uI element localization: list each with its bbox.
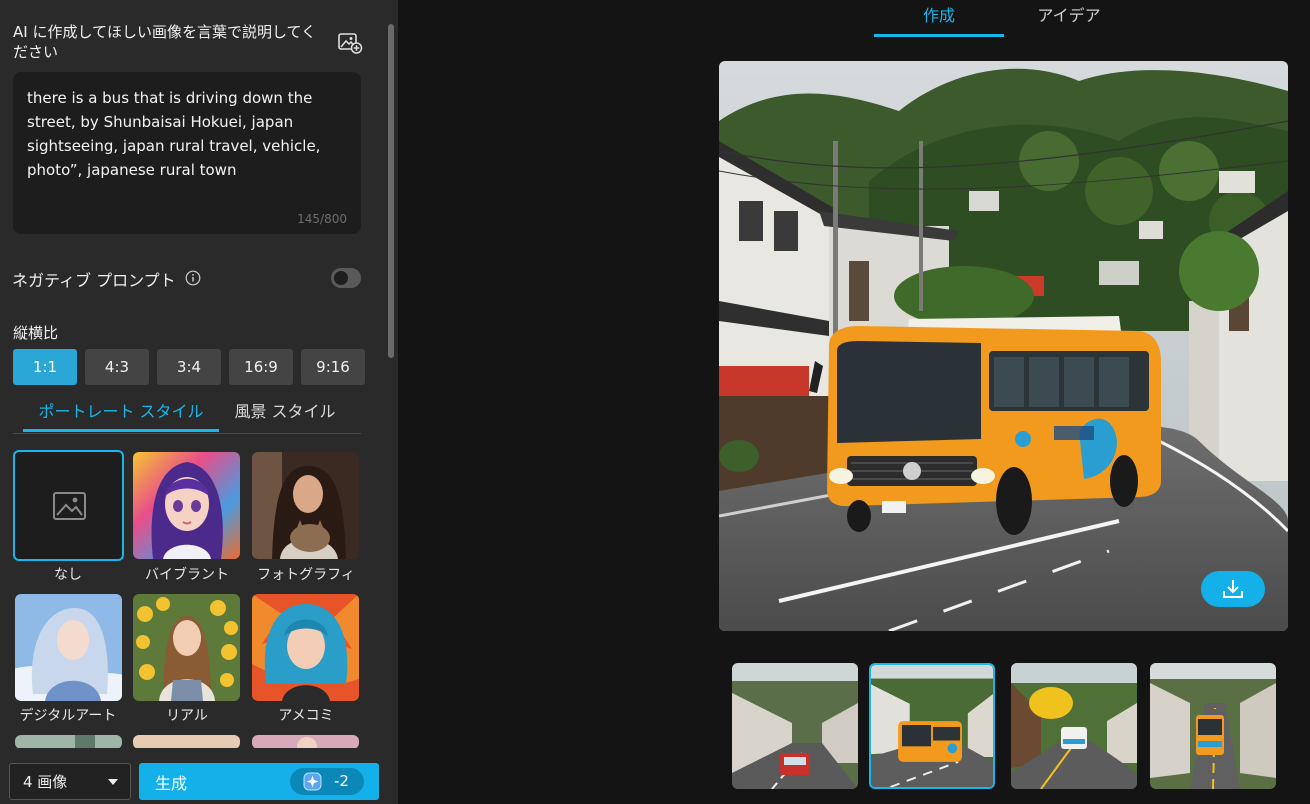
style-card-partial[interactable] [133, 735, 240, 749]
thumbnail-3[interactable] [1011, 663, 1137, 789]
aspect-ratio-label: 縦横比 [13, 324, 59, 342]
photography-portrait-thumbnail [252, 452, 359, 559]
info-icon[interactable] [185, 270, 201, 286]
generate-label: 生成 [155, 773, 188, 793]
credit-cost-badge: -2 [290, 768, 364, 795]
thumbnail-image [1150, 663, 1276, 789]
ratio-4-3-button[interactable]: 4:3 [85, 349, 149, 385]
vibrant-portrait-thumbnail [133, 452, 240, 559]
toggle-knob [334, 271, 348, 285]
settings-panel: AI に作成してほしい画像を言葉で説明してください there is a bus… [0, 0, 398, 804]
style-none-label: なし [54, 567, 82, 583]
panel-scrollbar[interactable] [388, 24, 394, 358]
caret-down-icon [108, 779, 118, 785]
thumbnail-image [732, 663, 858, 789]
style-card-partial[interactable] [15, 735, 122, 749]
thumbnail-1[interactable] [732, 663, 858, 789]
style-vibrant-label: バイブラント [145, 567, 229, 583]
tab-portrait-style[interactable]: ポートレート スタイル [23, 398, 219, 432]
negative-prompt-label: ネガティブ プロンプト [12, 271, 176, 290]
credit-icon [303, 772, 322, 791]
ratio-3-4-button[interactable]: 3:4 [157, 349, 221, 385]
thumbnail-image [1011, 663, 1137, 789]
image-count-select[interactable]: 4 画像 [9, 763, 131, 800]
negative-prompt-toggle[interactable] [331, 268, 361, 288]
style-realistic-card[interactable] [133, 594, 240, 701]
char-count: 145/800 [297, 212, 347, 226]
style-photography-label: フォトグラフィ [257, 567, 355, 583]
tab-idea[interactable]: アイデア [1004, 2, 1134, 37]
ratio-1-1-button[interactable]: 1:1 [13, 349, 77, 385]
tab-landscape-style[interactable]: 風景 スタイル [219, 398, 351, 432]
bus-street-image [719, 61, 1288, 631]
comic-portrait-thumbnail [252, 594, 359, 701]
style-none-card[interactable] [13, 450, 124, 561]
realistic-portrait-thumbnail [133, 594, 240, 701]
style-card-partial[interactable] [252, 735, 359, 749]
image-count-value: 4 画像 [23, 773, 68, 791]
style-vibrant-card[interactable] [133, 452, 240, 559]
prompt-heading: AI に作成してほしい画像を言葉で説明してください [13, 23, 317, 61]
credit-cost: -2 [334, 772, 349, 790]
tab-create[interactable]: 作成 [874, 2, 1004, 37]
style-photography-card[interactable] [252, 452, 359, 559]
thumbnail-2[interactable] [869, 663, 995, 789]
style-comic-card[interactable] [252, 594, 359, 701]
ratio-9-16-button[interactable]: 9:16 [301, 349, 365, 385]
style-realistic-label: リアル [166, 708, 208, 724]
style-digital-art-card[interactable] [15, 594, 122, 701]
thumbnail-4[interactable] [1150, 663, 1276, 789]
generated-image-preview[interactable] [719, 61, 1288, 631]
add-image-icon[interactable] [337, 31, 363, 55]
style-comic-label: アメコミ [278, 708, 334, 724]
tabs-divider [13, 433, 361, 434]
digital-art-portrait-thumbnail [15, 594, 122, 701]
image-placeholder-icon [53, 492, 86, 520]
thumbnail-image [871, 665, 993, 787]
prompt-textarea[interactable]: there is a bus that is driving down the … [13, 72, 361, 234]
style-digital-art-label: デジタルアート [19, 708, 117, 724]
ratio-16-9-button[interactable]: 16:9 [229, 349, 293, 385]
download-button[interactable] [1201, 571, 1265, 607]
generate-button[interactable]: 生成 -2 [139, 763, 379, 800]
download-icon [1223, 580, 1243, 598]
prompt-text[interactable]: there is a bus that is driving down the … [27, 86, 347, 182]
